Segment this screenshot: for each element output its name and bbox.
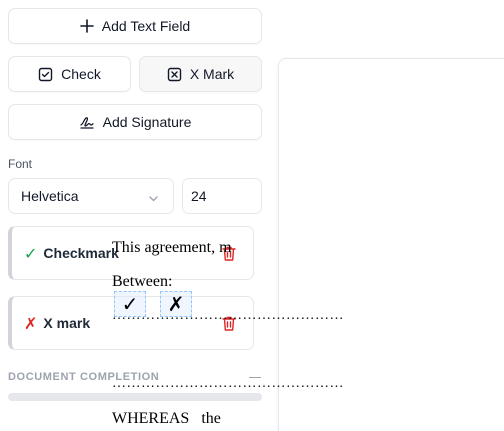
add-text-field-label: Add Text Field	[101, 18, 191, 34]
field-item-label: X mark	[43, 315, 91, 331]
check-label: Check	[61, 66, 101, 82]
x-mark-label: X Mark	[189, 66, 235, 82]
x-mark-button[interactable]: X Mark	[139, 56, 262, 92]
document-dotted-line: …………………………………………	[112, 308, 344, 323]
font-label: Font	[8, 157, 33, 171]
completion-progress-bar	[8, 393, 262, 401]
add-signature-button[interactable]: Add Signature	[8, 104, 262, 140]
tools-panel: Add Text Field Check X Mark Add Signatur…	[0, 0, 270, 431]
add-text-field-button[interactable]: Add Text Field	[8, 8, 262, 44]
document-dotted-line: …………………………………………	[112, 376, 344, 391]
document-text-line: This agreement, m	[112, 239, 232, 256]
x-square-icon	[167, 67, 182, 82]
document-text-line: WHEREAS the	[112, 410, 221, 427]
plus-icon	[79, 19, 94, 33]
checkbox-icon	[38, 67, 53, 82]
document-viewer	[270, 0, 504, 431]
font-family-value: Helvetica	[21, 188, 79, 204]
font-size-value: 24	[191, 188, 207, 204]
signature-icon	[79, 114, 95, 130]
check-button[interactable]: Check	[8, 56, 131, 92]
add-signature-label: Add Signature	[102, 114, 192, 130]
app-root: Add Text Field Check X Mark Add Signatur…	[0, 0, 504, 431]
field-item-label: Checkmark	[43, 245, 119, 261]
font-size-input[interactable]: 24	[182, 178, 262, 214]
x-mark-icon: ✗	[24, 313, 38, 333]
checkmark-icon: ✓	[24, 243, 38, 263]
font-family-select[interactable]: Helvetica	[8, 178, 174, 214]
document-text-line: Between:	[112, 273, 173, 290]
chevron-down-icon	[148, 191, 159, 207]
